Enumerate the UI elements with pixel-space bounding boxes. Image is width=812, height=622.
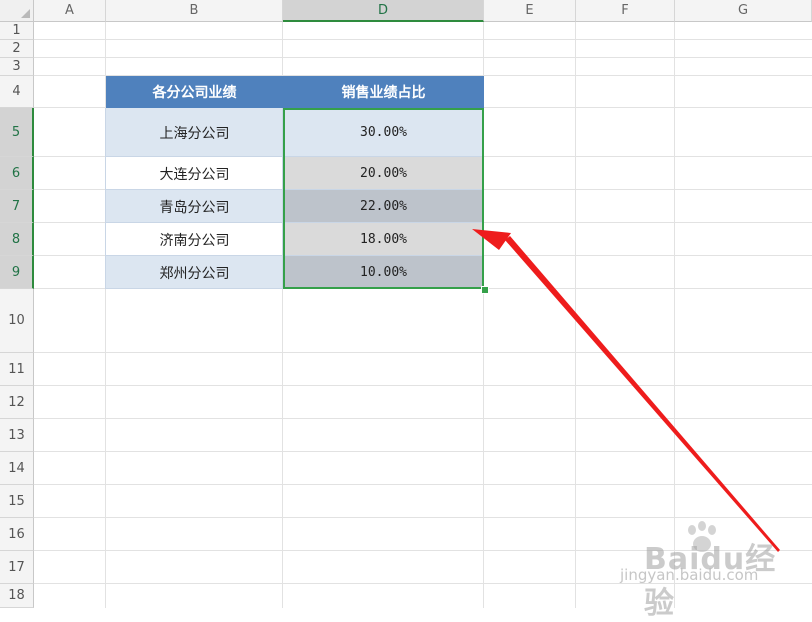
row-header-12[interactable]: 12: [0, 386, 34, 419]
column-header-f[interactable]: F: [576, 0, 675, 22]
fill-handle[interactable]: [481, 286, 489, 294]
table-border: [106, 156, 484, 157]
gridline: [34, 451, 812, 452]
gridline: [34, 39, 812, 40]
gridline: [674, 22, 675, 608]
row-header-9[interactable]: 9: [0, 256, 34, 289]
gridline: [34, 352, 812, 353]
column-header-b[interactable]: B: [106, 0, 283, 22]
cell-d8[interactable]: 18.00%: [283, 223, 484, 256]
gridline: [34, 418, 812, 419]
cell-b7[interactable]: 青岛分公司: [106, 190, 283, 223]
watermark-logo-text: Baidu经验: [644, 542, 777, 621]
spreadsheet: A B D E F G 1 2 3 4 5 6 7 8 9 10 11 12 1…: [0, 0, 812, 621]
cell-b8[interactable]: 济南分公司: [106, 223, 283, 256]
cell-d6[interactable]: 20.00%: [283, 157, 484, 190]
row-header-7[interactable]: 7: [0, 190, 34, 223]
table-border: [106, 222, 484, 223]
gridline: [34, 484, 812, 485]
cell-d9[interactable]: 10.00%: [283, 256, 484, 289]
row-header-4[interactable]: 4: [0, 76, 34, 108]
paw-logo-icon: [688, 521, 716, 552]
table-border: [105, 108, 106, 289]
row-header-1[interactable]: 1: [0, 22, 34, 40]
row-header-18[interactable]: 18: [0, 584, 34, 608]
gridline: [575, 22, 576, 608]
cell-b9[interactable]: 郑州分公司: [106, 256, 283, 289]
table-border: [106, 255, 484, 256]
cell-b6[interactable]: 大连分公司: [106, 157, 283, 190]
gridline: [34, 550, 812, 551]
table-border: [282, 108, 283, 289]
row-header-11[interactable]: 11: [0, 353, 34, 386]
cell-b4-header[interactable]: 各分公司业绩: [106, 76, 283, 108]
row-header-5[interactable]: 5: [0, 108, 34, 157]
row-header-16[interactable]: 16: [0, 518, 34, 551]
row-header-3[interactable]: 3: [0, 58, 34, 76]
column-header-d[interactable]: D: [283, 0, 484, 22]
cell-b5[interactable]: 上海分公司: [106, 108, 283, 157]
gridline: [34, 385, 812, 386]
baidu-watermark: Baidu经验 jingyan.baidu.com: [620, 520, 800, 621]
row-header-2[interactable]: 2: [0, 40, 34, 58]
row-header-6[interactable]: 6: [0, 157, 34, 190]
cell-d7[interactable]: 22.00%: [283, 190, 484, 223]
row-header-14[interactable]: 14: [0, 452, 34, 485]
watermark-url: jingyan.baidu.com: [620, 566, 759, 584]
column-header-e[interactable]: E: [484, 0, 576, 22]
gridline: [34, 583, 812, 584]
table-border: [106, 288, 484, 289]
column-header-g[interactable]: G: [675, 0, 812, 22]
gridline: [34, 517, 812, 518]
column-header-a[interactable]: A: [34, 0, 106, 22]
cell-d4-header[interactable]: 销售业绩占比: [283, 76, 484, 108]
cell-d5[interactable]: 30.00%: [283, 108, 484, 157]
row-header-15[interactable]: 15: [0, 485, 34, 518]
table-border: [106, 189, 484, 190]
select-all-corner[interactable]: [0, 0, 34, 22]
gridline: [34, 57, 812, 58]
row-header-13[interactable]: 13: [0, 419, 34, 452]
select-all-triangle-icon: [21, 9, 30, 18]
row-header-17[interactable]: 17: [0, 551, 34, 584]
arrow-shaft: [505, 236, 780, 552]
row-header-10[interactable]: 10: [0, 289, 34, 353]
row-header-8[interactable]: 8: [0, 223, 34, 256]
